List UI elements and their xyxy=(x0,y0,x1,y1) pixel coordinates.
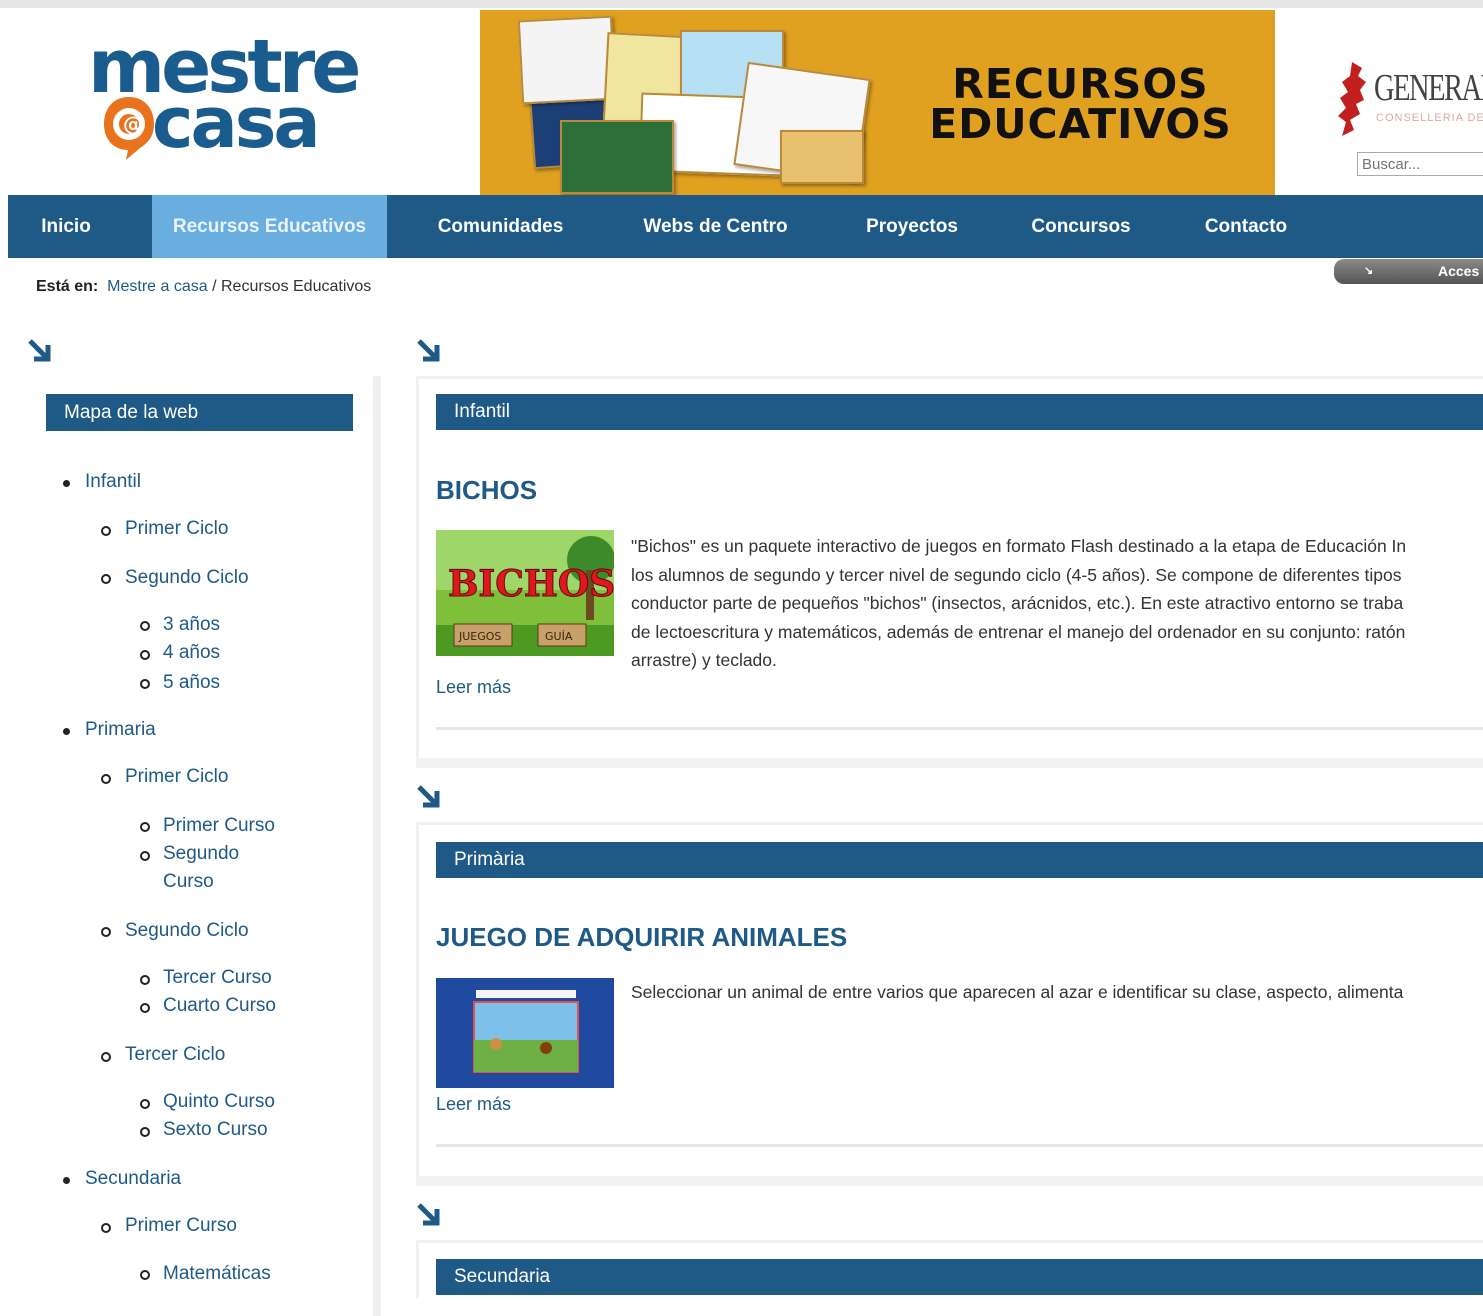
bullet-icon xyxy=(101,1052,111,1062)
bullet-icon xyxy=(140,851,150,861)
tree-item-segundo-curso[interactable]: Segundo xyxy=(163,843,239,865)
bullet-icon xyxy=(101,574,111,584)
bullet-icon xyxy=(140,1099,150,1109)
nav-item-contacto[interactable]: Contacto xyxy=(1176,195,1316,258)
tree-item-matematicas[interactable]: Matemáticas xyxy=(163,1263,271,1285)
breadcrumb-current: Recursos Educativos xyxy=(220,278,372,295)
section-gap xyxy=(416,758,1483,768)
bullet-icon xyxy=(101,1223,111,1233)
tree-item-cuarto-curso[interactable]: Cuarto Curso xyxy=(163,995,276,1017)
arrow-down-right-icon xyxy=(417,785,440,808)
breadcrumb-separator: / xyxy=(212,278,217,295)
section-gap xyxy=(416,1176,1483,1186)
generalitat-logo[interactable]: GENERAL CONSELLERIA DE xyxy=(1336,60,1483,140)
tree-item-segundo-ciclo[interactable]: Segundo Ciclo xyxy=(125,920,249,942)
bullet-icon xyxy=(101,927,111,937)
generalitat-crest-icon xyxy=(1338,62,1366,136)
acceso-label: Acces xyxy=(1438,263,1480,279)
article-title[interactable]: JUEGO DE ADQUIRIR ANIMALES xyxy=(436,922,847,953)
tree-item-sexto-curso[interactable]: Sexto Curso xyxy=(163,1119,268,1141)
article-description: "Bichos" es un paquete interactivo de ju… xyxy=(631,536,1407,670)
tree-item-quinto-curso[interactable]: Quinto Curso xyxy=(163,1091,275,1113)
tree-item-primer-ciclo[interactable]: Primer Ciclo xyxy=(125,766,228,788)
svg-text:GUÍA: GUÍA xyxy=(545,630,573,643)
tree-item-tercer-curso[interactable]: Tercer Curso xyxy=(163,967,272,989)
banner-card xyxy=(780,130,864,184)
tree-item-infantil[interactable]: Infantil xyxy=(85,471,141,493)
nav-item-recursos-educativos[interactable]: Recursos Educativos xyxy=(152,195,387,258)
top-border xyxy=(0,0,1483,8)
generalitat-text: GENERAL xyxy=(1374,67,1483,109)
read-more-link[interactable]: Leer más xyxy=(436,677,511,698)
bullet-icon xyxy=(63,1177,70,1184)
breadcrumb-home-link[interactable]: Mestre a casa xyxy=(107,278,207,295)
generalitat-subtext: CONSELLERIA DE xyxy=(1376,112,1483,124)
header-banner: RECURSOS EDUCATIVOS xyxy=(480,10,1275,195)
main-nav: Inicio Recursos Educativos Comunidades W… xyxy=(8,195,1483,258)
arrow-down-right-icon xyxy=(417,1203,440,1226)
nav-item-webs-de-centro[interactable]: Webs de Centro xyxy=(613,195,818,258)
svg-text:JUEGOS: JUEGOS xyxy=(458,630,501,643)
sidebar-title: Mapa de la web xyxy=(46,394,353,431)
tree-item-secundaria[interactable]: Secundaria xyxy=(85,1168,181,1190)
tree-item-4-anos[interactable]: 4 años xyxy=(163,642,220,664)
site-logo[interactable]: mestre @ casa xyxy=(88,30,388,170)
nav-item-comunidades[interactable]: Comunidades xyxy=(408,195,593,258)
bullet-icon xyxy=(140,1270,150,1280)
bullet-icon xyxy=(63,480,70,487)
tree-item-3-anos[interactable]: 3 años xyxy=(163,614,220,636)
arrow-down-right-icon xyxy=(28,339,51,362)
nav-item-proyectos[interactable]: Proyectos xyxy=(838,195,986,258)
section-bar-infantil: Infantil xyxy=(436,394,1483,430)
bullet-icon xyxy=(140,621,150,631)
tree-item-primer-ciclo[interactable]: Primer Ciclo xyxy=(125,518,228,540)
article-description: Seleccionar un animal de entre varios qu… xyxy=(631,982,1404,1002)
bullet-icon xyxy=(140,1003,150,1013)
tree-item-5-anos[interactable]: 5 años xyxy=(163,672,220,694)
banner-card xyxy=(560,120,674,194)
bullet-icon xyxy=(140,679,150,689)
nav-item-concursos[interactable]: Concursos xyxy=(1006,195,1156,258)
divider xyxy=(436,1144,1483,1147)
svg-text:BICHOS: BICHOS xyxy=(448,563,614,605)
bullet-icon xyxy=(140,822,150,832)
svg-text:@: @ xyxy=(123,112,143,136)
arrow-small-icon: ↘ xyxy=(1364,265,1374,277)
tree-item-primer-curso[interactable]: Primer Curso xyxy=(125,1215,237,1237)
bullet-icon xyxy=(63,728,70,735)
article-title[interactable]: BICHOS xyxy=(436,475,537,506)
bullet-icon xyxy=(140,975,150,985)
bullet-icon xyxy=(140,1127,150,1137)
search-input[interactable] xyxy=(1357,152,1483,176)
bullet-icon xyxy=(101,526,111,536)
read-more-link[interactable]: Leer más xyxy=(436,1094,511,1115)
bichos-thumbnail[interactable]: BICHOS JUEGOS GUÍA xyxy=(436,530,614,656)
breadcrumb: Está en: Mestre a casa / Recursos Educat… xyxy=(36,278,371,296)
banner-card xyxy=(517,15,617,105)
tree-item-primer-curso[interactable]: Primer Curso xyxy=(163,815,275,837)
section-bar-primaria: Primària xyxy=(436,842,1483,878)
bullet-icon xyxy=(140,650,150,660)
animales-thumbnail[interactable] xyxy=(436,978,614,1088)
tree-item-segundo-curso-wrap[interactable]: Curso xyxy=(163,871,214,893)
bullet-icon xyxy=(101,774,111,784)
acceso-button[interactable]: ↘ Acces xyxy=(1334,259,1483,284)
section-bar-secundaria: Secundaria xyxy=(436,1259,1483,1295)
arrow-down-right-icon xyxy=(417,339,440,362)
nav-item-inicio[interactable]: Inicio xyxy=(8,195,124,258)
banner-title: RECURSOS EDUCATIVOS xyxy=(929,60,1232,148)
logo-at-icon: @ xyxy=(104,97,154,160)
logo-word-casa: casa xyxy=(152,82,321,164)
breadcrumb-prefix: Está en: xyxy=(36,278,99,295)
tree-item-tercer-ciclo[interactable]: Tercer Ciclo xyxy=(125,1044,225,1066)
divider xyxy=(436,727,1483,730)
tree-item-segundo-ciclo[interactable]: Segundo Ciclo xyxy=(125,567,249,589)
tree-item-primaria[interactable]: Primaria xyxy=(85,719,156,741)
